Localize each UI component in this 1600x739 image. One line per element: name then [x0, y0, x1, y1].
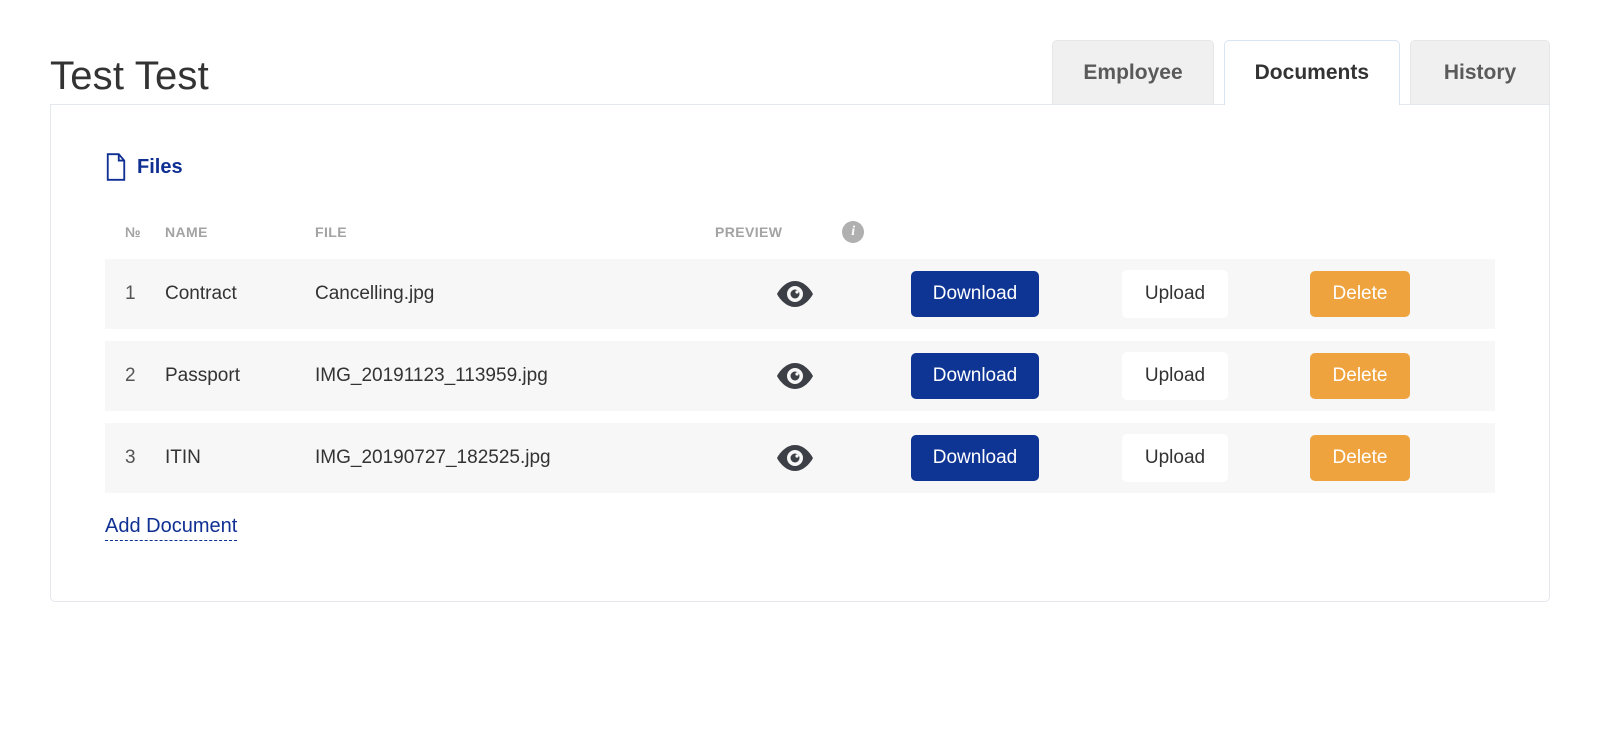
upload-button[interactable]: Upload	[1122, 434, 1228, 482]
row-file: IMG_20190727_182525.jpg	[315, 447, 715, 469]
tabs: Employee Documents History	[1052, 40, 1550, 105]
row-num: 1	[105, 283, 165, 305]
download-button[interactable]: Download	[911, 271, 1040, 317]
row-file: IMG_20191123_113959.jpg	[315, 365, 715, 387]
col-header-preview: PREVIEW i	[715, 221, 875, 243]
table-row: 2 Passport IMG_20191123_113959.jpg Downl…	[105, 341, 1495, 411]
col-header-preview-label: PREVIEW	[715, 224, 782, 240]
preview-button[interactable]	[715, 281, 875, 307]
col-header-name: NAME	[165, 224, 315, 240]
table-row: 3 ITIN IMG_20190727_182525.jpg Download …	[105, 423, 1495, 493]
upload-button[interactable]: Upload	[1122, 352, 1228, 400]
delete-button[interactable]: Delete	[1310, 353, 1410, 399]
eye-icon	[777, 445, 813, 471]
table-row: 1 Contract Cancelling.jpg Download Uploa…	[105, 259, 1495, 329]
eye-icon	[777, 363, 813, 389]
preview-button[interactable]	[715, 445, 875, 471]
eye-icon	[777, 281, 813, 307]
tab-employee[interactable]: Employee	[1052, 40, 1213, 105]
row-name: Passport	[165, 365, 315, 387]
files-table: № NAME FILE PREVIEW i 1 Contract Cancell…	[105, 221, 1495, 493]
row-name: Contract	[165, 283, 315, 305]
row-num: 2	[105, 365, 165, 387]
info-icon[interactable]: i	[842, 221, 864, 243]
files-section-header: Files	[105, 153, 1495, 181]
documents-panel: Files № NAME FILE PREVIEW i 1 Contract	[50, 104, 1550, 602]
col-header-num: №	[105, 224, 165, 240]
page-title: Test Test	[50, 54, 209, 99]
document-icon	[105, 153, 127, 181]
download-button[interactable]: Download	[911, 353, 1040, 399]
delete-button[interactable]: Delete	[1310, 435, 1410, 481]
preview-button[interactable]	[715, 363, 875, 389]
col-header-file: FILE	[315, 224, 715, 240]
row-num: 3	[105, 447, 165, 469]
files-section-title: Files	[137, 156, 183, 179]
download-button[interactable]: Download	[911, 435, 1040, 481]
row-name: ITIN	[165, 447, 315, 469]
add-document-link[interactable]: Add Document	[105, 515, 237, 541]
row-file: Cancelling.jpg	[315, 283, 715, 305]
upload-button[interactable]: Upload	[1122, 270, 1228, 318]
delete-button[interactable]: Delete	[1310, 271, 1410, 317]
table-header: № NAME FILE PREVIEW i	[105, 221, 1495, 259]
tab-documents[interactable]: Documents	[1224, 40, 1400, 105]
tab-history[interactable]: History	[1410, 40, 1550, 105]
